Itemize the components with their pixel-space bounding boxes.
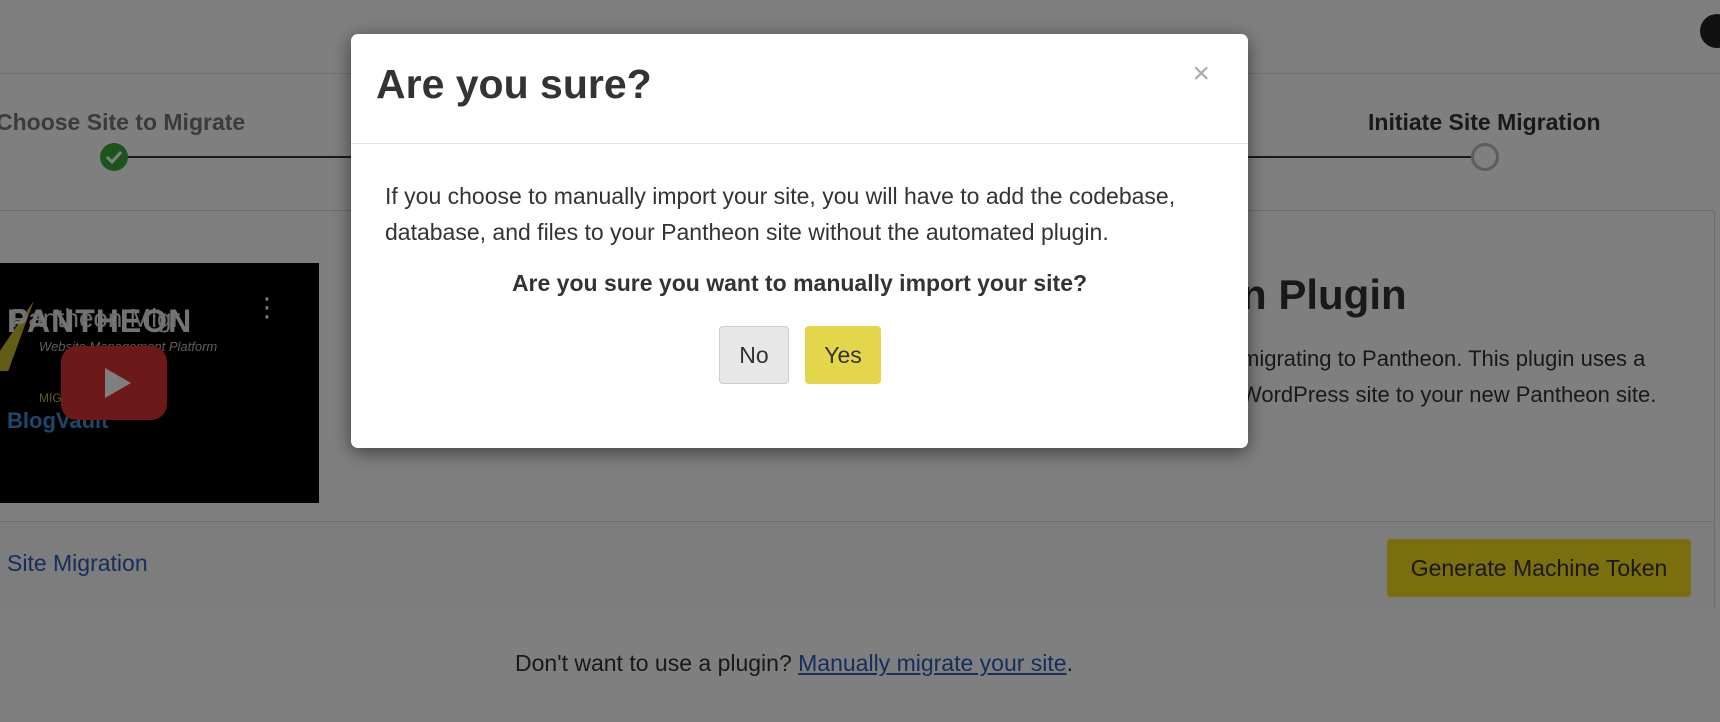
- close-icon[interactable]: ×: [1186, 56, 1216, 92]
- modal-question: Are you sure you want to manually import…: [511, 270, 1088, 296]
- confirm-dialog: Are you sure? × If you choose to manuall…: [351, 34, 1248, 448]
- no-button[interactable]: No: [719, 326, 789, 384]
- modal-header: Are you sure? ×: [351, 34, 1248, 144]
- modal-body-text: If you choose to manually import your si…: [385, 183, 1176, 245]
- yes-button[interactable]: Yes: [805, 326, 881, 384]
- modal-title: Are you sure?: [376, 61, 652, 107]
